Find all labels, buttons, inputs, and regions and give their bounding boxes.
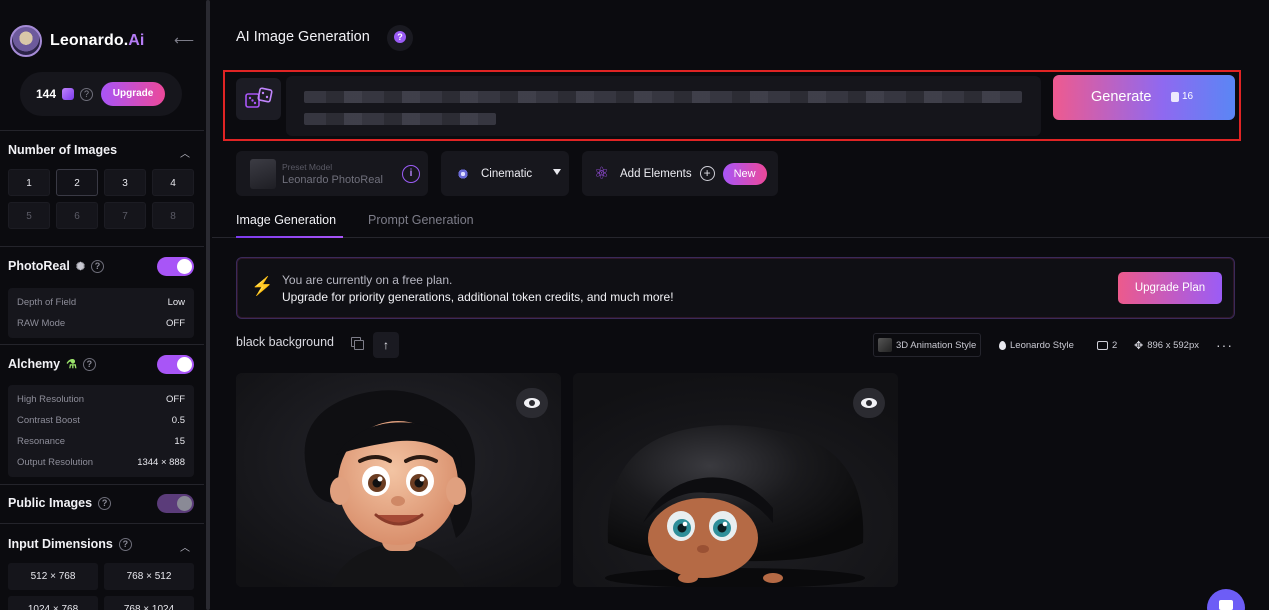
divider [0, 523, 204, 524]
highlight-frame [223, 70, 1241, 141]
public-images-toggle[interactable] [157, 494, 194, 513]
setting-row[interactable]: RAW Mode OFF [17, 313, 185, 334]
num-images-option-8[interactable]: 8 [152, 202, 194, 229]
input-dimensions-title: Input Dimensions ? [8, 537, 132, 551]
number-of-images-title: Number of Images [8, 143, 118, 157]
public-images-title: Public Images ? [8, 496, 112, 510]
dimension-option[interactable]: 768 × 512 [104, 563, 194, 590]
upgrade-plan-button[interactable]: Upgrade Plan [1118, 272, 1222, 304]
sidebar: Leonardo.Ai ⟵ 144 ? Upgrade Number of Im… [0, 0, 204, 610]
free-plan-banner: ⚡ You are currently on a free plan. Upgr… [236, 257, 1235, 319]
page-title: AI Image Generation [236, 29, 370, 45]
model-text: Preset Model Leonardo PhotoReal [282, 161, 383, 186]
atom-icon: ⚛ [594, 163, 610, 183]
num-images-option-2[interactable]: 2 [56, 169, 98, 196]
lightning-icon: ⚡ [251, 276, 274, 296]
add-elements-label: Add Elements [620, 167, 692, 180]
model-tag: Leonardo Style [999, 333, 1074, 357]
model-info-icon[interactable]: i [402, 165, 420, 183]
photoreal-icon: ✺ [75, 260, 86, 273]
upgrade-button[interactable]: Upgrade [101, 82, 166, 106]
alchemy-toggle[interactable] [157, 355, 194, 374]
leonardo-logo [10, 25, 42, 57]
plus-icon: + [699, 166, 715, 181]
generation-prompt: black background [236, 335, 334, 349]
setting-row[interactable]: Resonance 15 [17, 431, 185, 452]
token-balance: 144 ? Upgrade [20, 72, 182, 116]
collapse-sidebar-icon[interactable]: ⟵ [174, 33, 194, 47]
divider [0, 130, 204, 131]
brand[interactable]: Leonardo.Ai [10, 25, 144, 57]
dimensions-tag: ✥ 896 x 592px [1134, 339, 1199, 352]
input-dimensions-grid: 512 × 768 768 × 512 1024 × 768 768 × 102… [8, 563, 194, 610]
tabs-divider [212, 237, 1269, 238]
dropdown-caret-icon [553, 169, 561, 175]
alchemy-settings: High Resolution OFF Contrast Boost 0.5 Res… [8, 385, 194, 477]
setting-row[interactable]: Depth of Field Low [17, 292, 185, 313]
boy-illustration [236, 373, 561, 587]
preview-eye-icon[interactable] [853, 388, 885, 418]
model-thumbnail [250, 158, 276, 189]
new-badge: New [722, 162, 767, 185]
style-thumbnail [878, 338, 892, 352]
divider [0, 246, 204, 247]
photoreal-title: PhotoReal ✺ ? [8, 259, 105, 273]
input-dimensions-help-icon[interactable]: ? [118, 537, 132, 551]
more-options-icon[interactable]: ··· [1216, 333, 1233, 357]
page-help-icon[interactable] [387, 25, 413, 51]
photoreal-settings: Depth of Field Low RAW Mode OFF [8, 288, 194, 338]
sidebar-scrollbar[interactable] [206, 0, 210, 610]
setting-row[interactable]: Contrast Boost 0.5 [17, 410, 185, 431]
num-images-option-6[interactable]: 6 [56, 202, 98, 229]
divider [0, 344, 204, 345]
active-tab-indicator [236, 236, 343, 238]
chevron-up-icon[interactable]: ︿ [180, 539, 190, 554]
preview-eye-icon[interactable] [516, 388, 548, 418]
num-images-option-7[interactable]: 7 [104, 202, 146, 229]
dome-creature-illustration [573, 373, 898, 587]
reuse-prompt-arrow-icon[interactable]: ↑ [373, 332, 399, 358]
chat-support-button[interactable] [1207, 589, 1245, 610]
brand-name: Leonardo.Ai [50, 32, 145, 49]
banner-line-2: Upgrade for priority generations, additi… [282, 290, 674, 304]
token-coin-icon [62, 88, 75, 100]
token-count: 144 [36, 87, 57, 101]
style-tag: 3D Animation Style [873, 333, 982, 357]
num-images-option-1[interactable]: 1 [8, 169, 50, 196]
style-dropdown[interactable]: Cinematic [441, 151, 569, 196]
chevron-up-icon[interactable]: ︿ [180, 145, 190, 160]
drop-icon [999, 340, 1006, 350]
number-of-images-grid: 1 2 3 4 5 6 7 8 [8, 169, 194, 229]
public-images-help-icon[interactable]: ? [98, 496, 112, 510]
alchemy-flask-icon: ⚗ [66, 357, 77, 371]
setting-row[interactable]: High Resolution OFF [17, 389, 185, 410]
images-icon [1097, 340, 1108, 350]
tab-image-generation[interactable]: Image Generation [236, 213, 336, 227]
generated-image-1[interactable] [236, 373, 561, 587]
banner-line-1: You are currently on a free plan. [282, 273, 453, 287]
copy-icon[interactable] [351, 337, 364, 350]
num-images-option-4[interactable]: 4 [152, 169, 194, 196]
token-help-icon[interactable]: ? [80, 87, 94, 101]
setting-row[interactable]: Output Resolution 1344 × 888 [17, 452, 185, 473]
dimension-option[interactable]: 1024 × 768 [8, 596, 98, 610]
resize-icon: ✥ [1134, 339, 1144, 352]
tab-prompt-generation[interactable]: Prompt Generation [368, 213, 474, 227]
num-images-option-5[interactable]: 5 [8, 202, 50, 229]
style-label: Cinematic [481, 167, 533, 180]
photoreal-help-icon[interactable]: ? [91, 259, 105, 273]
photoreal-toggle[interactable] [157, 257, 194, 276]
alchemy-title: Alchemy ⚗ ? [8, 357, 96, 371]
style-icon [457, 167, 469, 180]
num-images-option-3[interactable]: 3 [104, 169, 146, 196]
alchemy-help-icon[interactable]: ? [82, 357, 96, 371]
divider [0, 484, 204, 485]
dimension-option[interactable]: 512 × 768 [8, 563, 98, 590]
image-count-tag: 2 [1097, 333, 1117, 357]
generated-image-2[interactable] [573, 373, 898, 587]
model-selector[interactable]: Preset Model Leonardo PhotoReal i [236, 151, 428, 196]
add-elements-button[interactable]: ⚛ Add Elements + New [582, 151, 778, 196]
dimension-option[interactable]: 768 × 1024 [104, 596, 194, 610]
